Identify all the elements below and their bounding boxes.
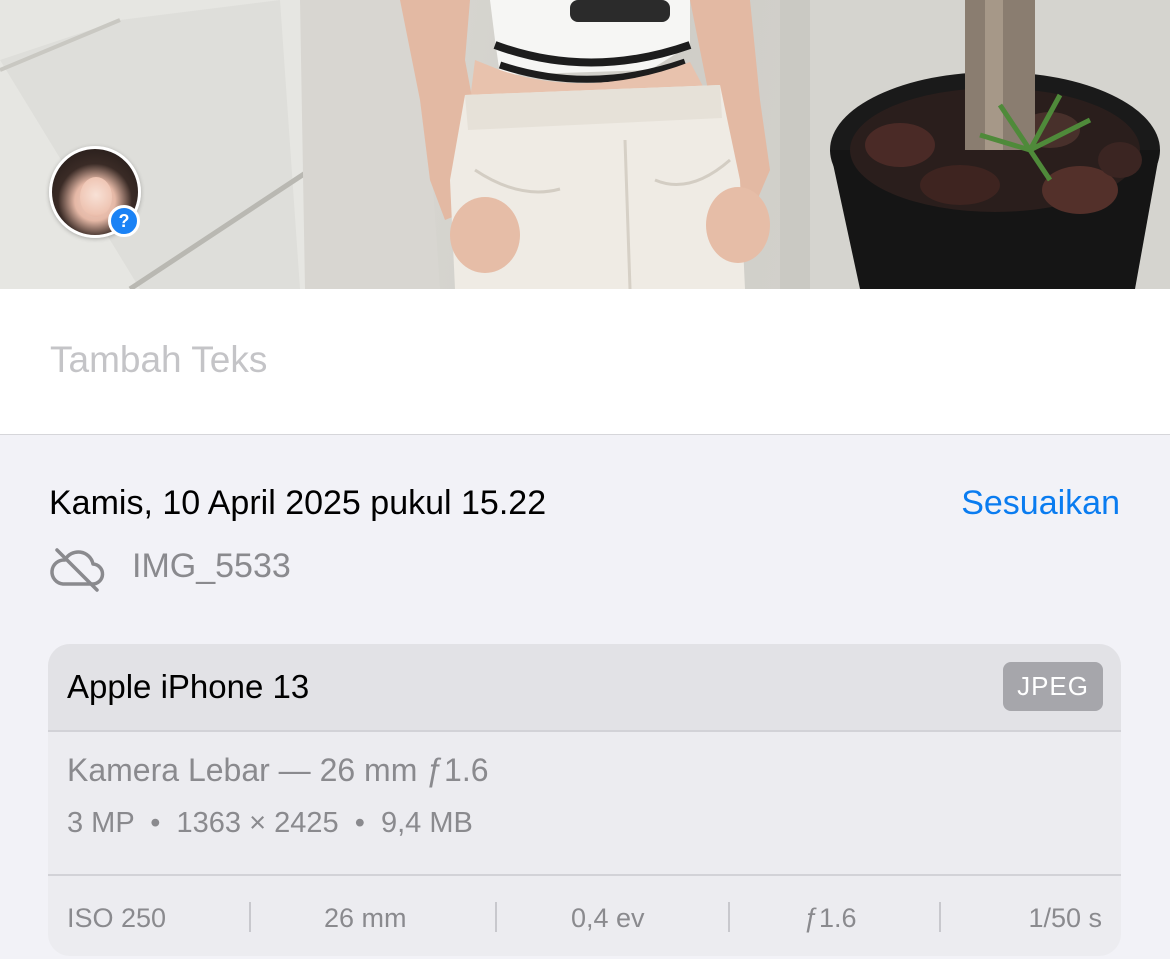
device-name: Apple iPhone 13 xyxy=(67,668,310,705)
format-badge: JPEG xyxy=(1003,662,1103,711)
photo-image xyxy=(0,0,1170,289)
image-specs: 3 MP • 1363 × 2425 • 9,4 MB xyxy=(67,807,473,839)
file-name: IMG_5533 xyxy=(132,547,291,585)
caption-field[interactable]: Tambah Teks xyxy=(0,289,1170,435)
lens-info: Kamera Lebar — 26 mm ƒ1.6 xyxy=(67,752,489,788)
caption-placeholder: Tambah Teks xyxy=(50,339,268,380)
exif-exposure: 0,4 ev xyxy=(571,903,645,933)
exif-focal-length: 26 mm xyxy=(324,903,407,933)
camera-info-card: Apple iPhone 13 JPEG Kamera Lebar — 26 m… xyxy=(48,644,1121,956)
photo-datetime: Kamis, 10 April 2025 pukul 15.22 xyxy=(49,484,547,522)
avatar-face xyxy=(80,177,112,217)
photo-preview[interactable]: ? xyxy=(0,0,1170,289)
exif-divider xyxy=(495,902,497,932)
exif-divider xyxy=(728,902,730,932)
adjust-button[interactable]: Sesuaikan xyxy=(961,484,1120,523)
exif-shutter-speed: 1/50 s xyxy=(1028,903,1102,933)
cloud-slash-icon xyxy=(50,548,105,592)
question-badge-icon[interactable]: ? xyxy=(108,205,140,237)
exif-iso: ISO 250 xyxy=(67,903,167,933)
card-header: Apple iPhone 13 JPEG xyxy=(48,644,1121,732)
exif-divider xyxy=(249,902,251,932)
exif-row: ISO 250 26 mm 0,4 ev ƒ1.6 1/50 s xyxy=(48,874,1121,956)
exif-divider xyxy=(939,902,941,932)
exif-aperture: ƒ1.6 xyxy=(804,903,857,933)
